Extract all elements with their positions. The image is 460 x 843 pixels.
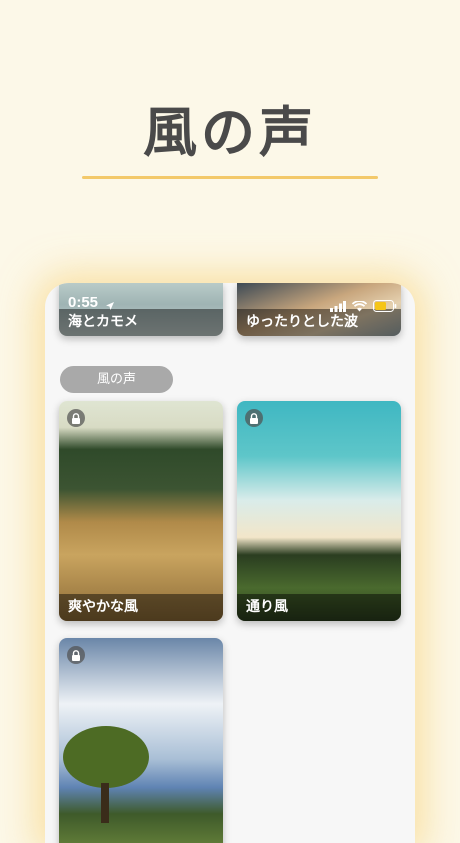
tile-tree-kaze[interactable] [59,638,223,843]
tile-toori-kaze[interactable]: 通り風 [237,401,401,621]
section-label-kaze-no-koe: 風の声 [60,366,173,393]
location-arrow-icon [105,296,115,315]
status-time: 0:55 [68,294,99,311]
tile-label: 爽やかな風 [59,594,223,621]
title-underline [82,176,378,179]
status-bar: 0:55 [45,283,415,327]
signal-icon [330,297,346,316]
tile-label: 通り風 [237,594,401,621]
lock-icon [67,646,85,664]
page-title: 風の声 [143,101,317,164]
tree-canopy [63,726,149,788]
lock-icon [245,409,263,427]
wifi-icon [351,297,368,316]
battery-icon [373,297,397,316]
phone-screen: 0:55 海とカモメ ゆったりとした波 風の声 爽やかな風 通り風 [45,283,415,843]
tile-sawayaka-na-kaze[interactable]: 爽やかな風 [59,401,223,621]
tree-trunk [101,783,109,823]
lock-icon [67,409,85,427]
